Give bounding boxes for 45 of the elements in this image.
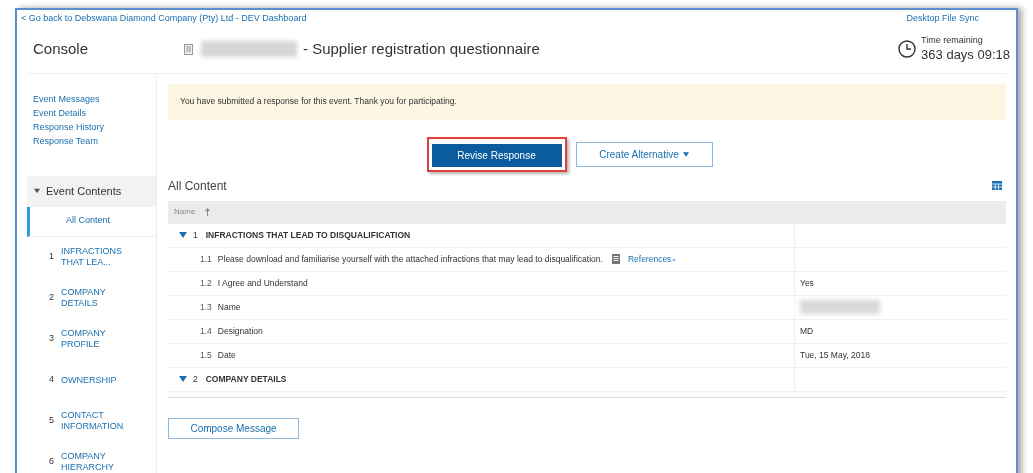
sidebar-link[interactable]: Response Team [33, 133, 156, 148]
console-title: Console [32, 38, 90, 59]
contents-item[interactable]: All Content [27, 206, 156, 237]
section-title: All Content [168, 177, 227, 195]
row-number: 1.2 [200, 276, 212, 290]
notice-banner: You have submitted a response for this event. Thank you for participating. [168, 83, 1006, 120]
sidebar-link[interactable]: Event Messages [33, 91, 156, 106]
page-title: - Supplier registration questionnaire [303, 38, 540, 59]
question-text: Name [217, 300, 241, 314]
table-icon[interactable] [992, 181, 1002, 190]
section-heading: COMPANY DETAILS [205, 372, 287, 386]
section-heading: INFRACTIONS THAT LEAD TO DISQUALIFICATION [205, 228, 411, 242]
question-text: Please download and familiarise yourself with the attached infractions that may lead to disqualification. [217, 252, 603, 266]
answer-value: Tue, 15 May, 2018 [800, 349, 870, 360]
event-contents-header[interactable]: Event Contents [27, 175, 156, 207]
clock-icon [898, 40, 917, 58]
row-number: 1.3 [200, 300, 212, 314]
document-icon [611, 254, 620, 264]
create-alternative-button[interactable]: Create Alternative [575, 141, 713, 167]
caret-down-icon [672, 259, 677, 262]
question-text: I Agree and Understand [217, 276, 308, 290]
sidebar-link[interactable]: Response History [33, 119, 156, 134]
caret-down-icon[interactable] [179, 231, 187, 239]
caret-down-icon [682, 151, 689, 157]
sidebar-link[interactable]: Event Details [33, 105, 156, 120]
time-remaining-label: Time remaining [921, 35, 984, 47]
sort-up-icon[interactable] [205, 208, 210, 216]
document-icon [184, 43, 193, 55]
row-number: 1.4 [200, 324, 212, 338]
desktop-sync-link[interactable]: Desktop File Sync [906, 12, 979, 26]
time-remaining-value: 363 days 09:18 [921, 46, 1010, 63]
row-number: 1.5 [200, 348, 212, 362]
answer-value: Yes [800, 277, 814, 288]
references-link[interactable]: References [627, 252, 672, 266]
caret-down-icon[interactable] [179, 375, 187, 383]
row-number: 1.1 [200, 252, 212, 266]
row-number: 2 [193, 372, 198, 386]
question-text: Designation [217, 324, 263, 338]
compose-message-button[interactable]: Compose Message [168, 417, 299, 439]
back-link[interactable]: < Go back to Debswana Diamond Company (Pty) Ltd - DEV Dashboard [21, 12, 307, 26]
revise-response-button[interactable]: Revise Response [431, 143, 562, 167]
question-text: Date [217, 348, 236, 362]
answer-value: MD [800, 325, 814, 336]
contents-item[interactable]: 4 OWNERSHIP [27, 359, 156, 401]
row-number: 1 [193, 228, 198, 242]
